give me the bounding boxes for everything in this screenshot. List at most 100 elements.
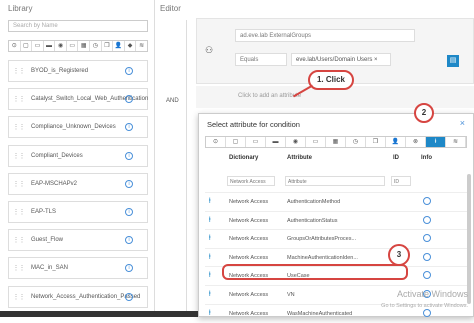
filter-icon[interactable]: ◷ bbox=[346, 137, 366, 147]
drag-handle-icon[interactable]: ⋮⋮ bbox=[13, 124, 25, 131]
info-icon[interactable] bbox=[423, 271, 431, 280]
filter-icon[interactable]: ▬ bbox=[266, 137, 286, 147]
info-icon[interactable] bbox=[423, 215, 431, 224]
save-condition-icon[interactable]: ▤ bbox=[447, 55, 459, 67]
row-attribute: WasMachineAuthenticated bbox=[287, 310, 353, 317]
table-row[interactable]: ⱡ Network Access AuthenticationStatus bbox=[205, 210, 467, 230]
attribute-icon: ⱡ bbox=[209, 216, 211, 224]
library-item[interactable]: ⋮⋮ EAP-MSCHAPv2 i bbox=[8, 172, 148, 195]
editor-title: Editor bbox=[160, 4, 181, 13]
clock-icon[interactable]: ◷ bbox=[90, 41, 102, 51]
library-item[interactable]: ⋮⋮ Catalyst_Switch_Local_Web_Authenticati… bbox=[8, 88, 149, 111]
id-filter[interactable]: ID bbox=[391, 176, 411, 186]
drag-handle-icon[interactable]: ⋮⋮ bbox=[13, 237, 25, 244]
badge-icon[interactable]: ◉ bbox=[55, 41, 67, 51]
and-label: AND bbox=[166, 98, 179, 104]
watermark-sub: Go to Settings to activate Windows. bbox=[381, 303, 468, 309]
filter-icon[interactable]: ▢ bbox=[226, 137, 246, 147]
attribute-placeholder[interactable]: Click to add an attribute bbox=[234, 90, 334, 103]
callout-one: 1. Click bbox=[308, 70, 354, 90]
filter-icon[interactable]: ▭ bbox=[246, 137, 266, 147]
info-icon[interactable]: i bbox=[125, 236, 133, 245]
drag-handle-icon[interactable]: ⋮⋮ bbox=[13, 68, 25, 75]
filter-icon[interactable]: ▭ bbox=[306, 137, 326, 147]
dialog-icon-bar: ⊙ ▢ ▭ ▬ ◉ ▭ ▦ ◷ ❐ 👤 ⊗ ⱡ ≋ bbox=[205, 136, 467, 148]
drag-handle-icon[interactable]: ⋮⋮ bbox=[13, 293, 25, 300]
info-icon[interactable] bbox=[423, 197, 431, 205]
library-item-label: Catalyst_Switch_Local_Web_Authentication bbox=[31, 96, 149, 103]
row-dictionary: Network Access bbox=[229, 217, 269, 224]
drag-handle-icon[interactable]: ⋮⋮ bbox=[13, 180, 25, 187]
editor-rail bbox=[186, 20, 187, 317]
library-item-label: Compliance_Unknown_Devices bbox=[31, 124, 116, 131]
col-dictionary: Dictionary bbox=[229, 155, 259, 161]
copy-icon[interactable]: ❐ bbox=[102, 41, 114, 51]
drag-handle-icon[interactable]: ⋮⋮ bbox=[13, 152, 25, 159]
library-item[interactable]: ⋮⋮ MAC_in_SAN i bbox=[8, 257, 148, 280]
info-icon[interactable]: i bbox=[125, 179, 133, 188]
col-attribute: Attribute bbox=[287, 155, 312, 161]
shield-icon[interactable]: ◆ bbox=[125, 41, 137, 51]
table-row[interactable]: ⱡ Network Access GroupsOrAttributesProces.… bbox=[205, 229, 467, 248]
filter-icon[interactable]: ▦ bbox=[326, 137, 346, 147]
dictionary-filter[interactable]: Network Access bbox=[227, 176, 275, 186]
calendar-icon[interactable]: ▦ bbox=[78, 41, 91, 51]
scrollbar[interactable] bbox=[467, 174, 471, 304]
info-icon[interactable] bbox=[423, 234, 431, 243]
library-item-label: Guest_Flow bbox=[31, 237, 64, 244]
select-attribute-dialog: Select attribute for condition × ⊙ ▢ ▭ ▬ ◉ ▭ ▦… bbox=[198, 113, 474, 317]
value-chip[interactable]: eve.lab/Users/Domain Users × bbox=[291, 53, 391, 66]
row-attribute: VN bbox=[287, 292, 295, 298]
location-icon[interactable]: ⊙ bbox=[9, 41, 21, 51]
library-item-label: EAP-MSCHAPv2 bbox=[31, 180, 78, 187]
callout-two: 2 bbox=[414, 103, 434, 123]
search-input[interactable]: Search by Name bbox=[8, 20, 148, 32]
table-row[interactable]: ⱡ Network Access AuthenticationMethod bbox=[205, 192, 467, 211]
drag-handle-icon[interactable]: ⋮⋮ bbox=[13, 96, 25, 103]
row-attribute: AuthenticationMethod bbox=[287, 199, 341, 205]
user-icon[interactable]: 👤 bbox=[113, 41, 125, 51]
filter-icon[interactable]: ≋ bbox=[446, 137, 466, 147]
dictionary-filter-icon[interactable]: ⱡ bbox=[426, 137, 446, 147]
wifi-icon[interactable]: ▭ bbox=[67, 41, 79, 51]
toggle-icon[interactable]: ▬ bbox=[44, 41, 56, 51]
close-icon[interactable]: × bbox=[460, 118, 465, 128]
attribute-icon: ⱡ bbox=[209, 235, 211, 243]
info-icon[interactable]: i bbox=[125, 208, 133, 216]
info-icon[interactable]: i bbox=[125, 123, 133, 132]
info-icon[interactable] bbox=[423, 252, 431, 261]
callout-three: 3 bbox=[388, 244, 410, 266]
panel-divider bbox=[154, 0, 155, 317]
group-field[interactable]: ad.eve.lab ExternalGroups bbox=[235, 29, 415, 42]
filter-icon[interactable]: ❐ bbox=[366, 137, 386, 147]
attribute-icon: ⱡ bbox=[209, 309, 211, 317]
filter-icon[interactable]: ⊙ bbox=[206, 137, 226, 147]
info-icon[interactable]: i bbox=[125, 151, 133, 160]
library-item[interactable]: ⋮⋮ Network_Access_Authentication_Passed i bbox=[8, 285, 148, 308]
filter-icon[interactable]: 👤 bbox=[386, 137, 406, 147]
filter-icon[interactable]: ◉ bbox=[286, 137, 306, 147]
drag-handle-icon[interactable]: ⋮⋮ bbox=[13, 209, 25, 216]
operator-select[interactable]: Equals bbox=[235, 53, 287, 66]
info-icon[interactable]: i bbox=[125, 264, 133, 273]
square-icon[interactable]: ▢ bbox=[21, 41, 33, 51]
drag-handle-icon[interactable]: ⋮⋮ bbox=[13, 265, 25, 272]
attribute-filter[interactable]: Attribute bbox=[285, 176, 385, 186]
filter-icon[interactable]: ⊗ bbox=[406, 137, 426, 147]
network-icon[interactable]: ≋ bbox=[136, 41, 147, 51]
info-icon[interactable] bbox=[423, 308, 431, 317]
row-attribute: GroupsOrAttributesProces... bbox=[287, 236, 357, 243]
col-id: ID bbox=[393, 155, 399, 161]
library-item[interactable]: ⋮⋮ Compliance_Unknown_Devices i bbox=[8, 116, 148, 139]
info-icon[interactable]: i bbox=[125, 67, 133, 75]
library-item[interactable]: ⋮⋮ EAP-TLS i bbox=[8, 201, 148, 223]
library-item-label: Compliant_Devices bbox=[31, 152, 83, 159]
info-icon[interactable]: i bbox=[125, 292, 133, 301]
info-icon[interactable]: i bbox=[125, 95, 133, 104]
library-item[interactable]: ⋮⋮ Guest_Flow i bbox=[8, 229, 148, 252]
library-item-label: EAP-TLS bbox=[31, 209, 57, 215]
monitor-icon[interactable]: ▭ bbox=[32, 41, 44, 51]
library-item[interactable]: ⋮⋮ BYOD_is_Registered i bbox=[8, 60, 148, 82]
library-item[interactable]: ⋮⋮ Compliant_Devices i bbox=[8, 144, 148, 167]
attribute-icon: ⱡ bbox=[209, 253, 211, 261]
